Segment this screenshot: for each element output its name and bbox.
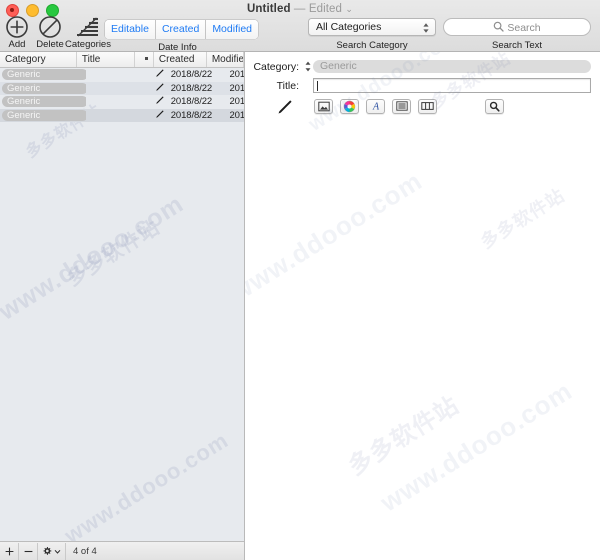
pencil-icon (155, 82, 165, 95)
category-stepper[interactable] (302, 60, 313, 73)
record-count: 4 of 4 (73, 545, 97, 557)
app-window: Untitled — Edited ⌄ Add Delete Categorie… (0, 0, 600, 560)
search-text-caption: Search Text (492, 40, 542, 51)
table-icon[interactable] (418, 98, 437, 114)
row-modified-cell: 201 (229, 82, 244, 94)
svg-text:A: A (371, 102, 379, 112)
window-title-separator: — (293, 3, 306, 15)
tab-modified[interactable]: Modified (206, 20, 259, 39)
gear-icon (43, 547, 52, 555)
date-info-segmented-control[interactable]: Editable Created Modified (105, 20, 259, 39)
category-pill: Generic (2, 82, 86, 94)
row-created-cell: 2018/8/22 (170, 69, 213, 81)
window-title: Untitled — Edited ⌄ (0, 3, 600, 15)
text-caret (317, 80, 318, 91)
row-editable-cell (150, 95, 171, 108)
pencil-icon (155, 68, 165, 81)
fonts-icon[interactable]: A (366, 98, 385, 114)
plus-circle-icon (2, 15, 32, 39)
chevron-down-icon[interactable]: ⌄ (345, 4, 353, 14)
column-header-category[interactable]: Category (0, 52, 77, 67)
format-button-group: A (314, 98, 504, 114)
text-list-icon[interactable] (392, 98, 411, 114)
search-category-value: All Categories (316, 21, 382, 33)
edit-mode-indicator (251, 98, 299, 115)
chevron-down-icon (54, 549, 61, 554)
table-row[interactable]: Generic 2018/8/22 201 (0, 95, 244, 109)
add-button-label: Add (8, 39, 26, 50)
search-input[interactable]: Search (443, 18, 591, 36)
date-info-group: Editable Created Modified Date Info (105, 19, 259, 53)
category-pill: Generic (2, 109, 86, 121)
list-column-headers: Category Title Created Modified (0, 52, 244, 68)
row-category-cell: Generic (0, 82, 86, 94)
category-pill: Generic (2, 96, 86, 108)
row-created-cell: 2018/8/22 (170, 96, 213, 108)
note-editor[interactable] (245, 116, 600, 560)
row-created-cell: 2018/8/22 (170, 82, 213, 94)
search-text-group: Search Search Text (443, 18, 591, 51)
row-category-cell: Generic (0, 109, 86, 121)
search-icon (493, 19, 505, 35)
remove-record-button[interactable] (19, 542, 38, 560)
pencil-icon (155, 95, 165, 108)
column-header-created[interactable]: Created (154, 52, 207, 67)
column-header-editable[interactable] (135, 52, 154, 67)
category-label: Category: (253, 60, 299, 73)
row-modified-cell: 201 (229, 69, 244, 81)
category-value[interactable]: Generic (313, 60, 591, 73)
pencil-icon (155, 109, 165, 122)
colors-icon[interactable] (340, 98, 359, 114)
window-title-text: Untitled (247, 3, 291, 15)
tab-created[interactable]: Created (155, 20, 207, 39)
row-created-cell: 2018/8/22 (170, 109, 213, 121)
row-category-cell: Generic (0, 96, 86, 108)
title-input[interactable] (313, 78, 591, 93)
search-category-group: All Categories Search Category (308, 18, 436, 51)
list-bottom-bar: 4 of 4 (0, 541, 244, 560)
format-toolbar: A (251, 97, 592, 115)
title-row: Title: (251, 78, 592, 93)
row-category-cell: Generic (0, 69, 86, 81)
up-down-chevron-icon (305, 61, 310, 72)
pencil-icon (278, 99, 292, 113)
search-category-select[interactable]: All Categories (308, 18, 436, 36)
plus-icon (5, 547, 13, 555)
minus-icon (24, 550, 32, 552)
category-pill: Generic (2, 69, 86, 81)
table-row[interactable]: Generic 2018/8/22 201 (0, 81, 244, 95)
up-down-chevron-icon (422, 21, 430, 35)
table-row[interactable]: Generic 2018/8/22 201 (0, 68, 244, 82)
add-record-button[interactable] (0, 542, 19, 560)
table-row[interactable]: Generic 2018/8/22 201 (0, 108, 244, 122)
record-list-pane: www.ddooo.com 多多软件站 www.ddooo.com 多多软件站 … (0, 52, 245, 560)
column-header-title[interactable]: Title (77, 52, 135, 67)
column-header-modified[interactable]: Modified (207, 52, 244, 67)
search-category-caption: Search Category (336, 40, 408, 51)
row-modified-cell: 201 (229, 109, 244, 121)
tab-editable[interactable]: Editable (105, 20, 156, 39)
add-button[interactable]: Add (2, 15, 32, 50)
search-icon[interactable] (485, 98, 504, 114)
title-label: Title: (276, 79, 299, 92)
image-icon[interactable] (314, 98, 333, 114)
detail-pane: www.ddooo.com 多多软件站 www.ddooo.com 多多软件站 … (245, 52, 600, 560)
actions-menu-button[interactable] (38, 542, 66, 560)
row-modified-cell: 201 (229, 96, 244, 108)
row-editable-cell (150, 82, 171, 95)
detail-form: Category: Generic Title: A (245, 52, 600, 115)
window-edited-status: Edited (308, 3, 343, 15)
row-editable-cell (150, 109, 171, 122)
titlebar: Untitled — Edited ⌄ Add Delete Categorie… (0, 0, 600, 53)
record-list[interactable]: Generic 2018/8/22 201 Generic 2018/8/22 … (0, 68, 244, 541)
category-row: Category: Generic (251, 59, 592, 74)
content-split: www.ddooo.com 多多软件站 www.ddooo.com 多多软件站 … (0, 52, 600, 560)
row-editable-cell (150, 68, 171, 81)
search-input-placeholder: Search (507, 21, 541, 34)
